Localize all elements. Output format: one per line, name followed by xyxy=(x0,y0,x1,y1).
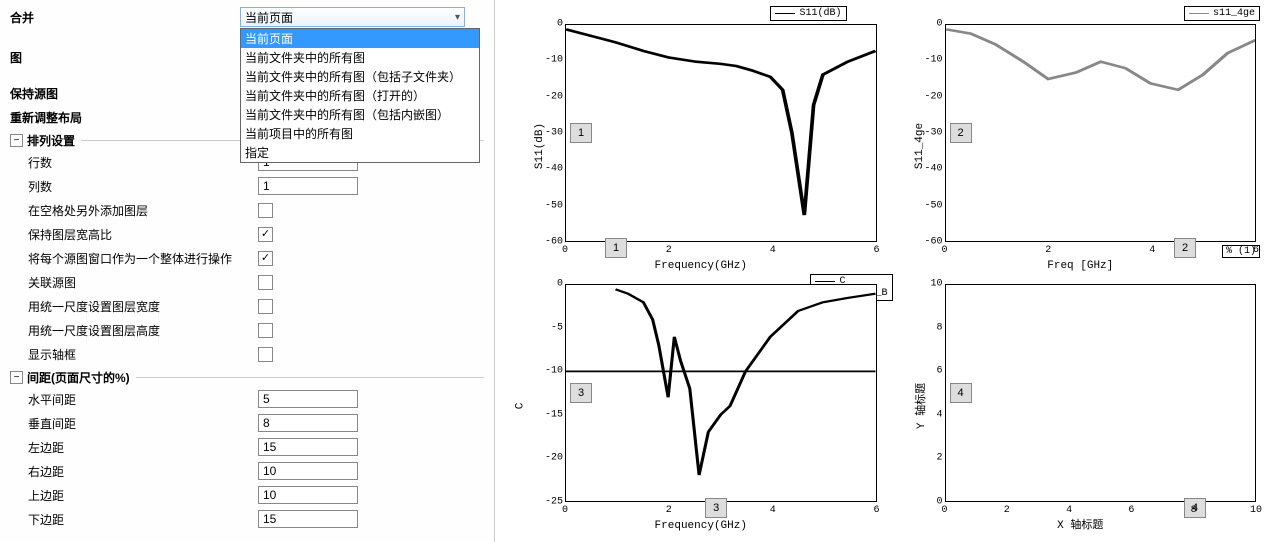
rmargin-label: 右边距 xyxy=(10,463,258,480)
spacing-group-title: 间距(页面尺寸的%) xyxy=(27,369,130,386)
add-layer-checkbox[interactable] xyxy=(258,203,273,218)
uniform-width-checkbox[interactable] xyxy=(258,299,273,314)
layer-badge[interactable]: 3 xyxy=(705,498,727,518)
layer-badge[interactable]: 2 xyxy=(1174,238,1196,258)
merge-option[interactable]: 当前文件夹中的所有图（打开的） xyxy=(241,86,479,105)
merge-select[interactable]: 当前页面 ▾ 当前页面 当前文件夹中的所有图 当前文件夹中的所有图（包括子文件夹… xyxy=(240,7,465,27)
keep-aspect-label: 保持图层宽高比 xyxy=(10,226,258,243)
merge-option[interactable]: 当前页面 xyxy=(241,29,479,48)
link-source-checkbox[interactable] xyxy=(258,275,273,290)
bmargin-input[interactable]: 15 xyxy=(258,510,358,528)
tmargin-input[interactable]: 10 xyxy=(258,486,358,504)
chart-3-ylabel: C xyxy=(514,403,526,410)
chart-1-xlabel: Frequency(GHz) xyxy=(655,260,747,272)
chart-3: C Clipb1_B C 3 3 Frequency(GHz) 0 -5 -10… xyxy=(515,280,887,532)
lmargin-label: 左边距 xyxy=(10,439,258,456)
layer-badge[interactable]: 4 xyxy=(950,383,972,403)
link-source-label: 关联源图 xyxy=(10,274,258,291)
merge-option[interactable]: 当前文件夹中的所有图（包括内嵌图） xyxy=(241,105,479,124)
settings-panel: 合并 当前页面 ▾ 当前页面 当前文件夹中的所有图 当前文件夹中的所有图（包括子… xyxy=(0,0,495,542)
vgap-input[interactable]: 8 xyxy=(258,414,358,432)
rmargin-input[interactable]: 10 xyxy=(258,462,358,480)
hgap-label: 水平间距 xyxy=(10,391,258,408)
chart-1-curve xyxy=(566,25,876,241)
chart-4-xlabel: X 轴标题 xyxy=(1057,516,1103,532)
chart-2-legend: s11_4ge xyxy=(1184,6,1260,21)
charts-grid: S11(dB) S11(dB) 1 1 Frequency(GHz) 0 -10… xyxy=(515,20,1266,532)
chart-1: S11(dB) S11(dB) 1 1 Frequency(GHz) 0 -10… xyxy=(515,20,887,272)
hgap-input[interactable]: 5 xyxy=(258,390,358,408)
uniform-height-checkbox[interactable] xyxy=(258,323,273,338)
graph-label: 图 xyxy=(10,49,240,66)
chart-2-xlabel: Freq [GHz] xyxy=(1047,260,1113,272)
arrange-group-title: 排列设置 xyxy=(27,132,75,149)
collapse-icon[interactable]: − xyxy=(10,371,23,384)
layer-badge[interactable]: 2 xyxy=(950,123,972,143)
lmargin-input[interactable]: 15 xyxy=(258,438,358,456)
rows-label: 行数 xyxy=(10,154,258,171)
chart-3-xlabel: Frequency(GHz) xyxy=(655,520,747,532)
chart-3-plot: 3 xyxy=(565,284,877,502)
merge-option[interactable]: 当前文件夹中的所有图（包括子文件夹） xyxy=(241,67,479,86)
preview-area: S11(dB) S11(dB) 1 1 Frequency(GHz) 0 -10… xyxy=(495,0,1276,542)
merge-option[interactable]: 当前文件夹中的所有图 xyxy=(241,48,479,67)
uniform-width-label: 用统一尺度设置图层宽度 xyxy=(10,298,258,315)
chevron-down-icon: ▾ xyxy=(455,12,460,23)
uniform-height-label: 用统一尺度设置图层高度 xyxy=(10,322,258,339)
chart-2-plot: 2 xyxy=(945,24,1257,242)
keep-source-label: 保持源图 xyxy=(10,85,240,102)
show-frame-checkbox[interactable] xyxy=(258,347,273,362)
layer-badge[interactable]: 1 xyxy=(605,238,627,258)
chart-2: s11_4ge S11_4ge 2 2 % (1) Freq [GHz] 0 -… xyxy=(895,20,1267,272)
merge-label: 合并 xyxy=(10,9,240,26)
spacing-group-header[interactable]: − 间距(页面尺寸的%) xyxy=(10,369,484,386)
cols-label: 列数 xyxy=(10,178,258,195)
chart-1-plot: 1 xyxy=(565,24,877,242)
layer-badge[interactable]: 1 xyxy=(570,123,592,143)
chart-2-curve xyxy=(946,25,1256,241)
merge-option[interactable]: 指定 xyxy=(241,143,479,162)
cols-input[interactable]: 1 xyxy=(258,177,358,195)
chart-1-legend: S11(dB) xyxy=(770,6,846,21)
collapse-icon[interactable]: − xyxy=(10,134,23,147)
chart-4-ylabel: Y 轴标题 xyxy=(912,383,928,429)
rearrange-label: 重新调整布局 xyxy=(10,109,240,126)
merge-select-value: 当前页面 xyxy=(245,9,293,26)
whole-window-checkbox[interactable]: ✓ xyxy=(258,251,273,266)
tmargin-label: 上边距 xyxy=(10,487,258,504)
divider xyxy=(136,377,484,378)
merge-option[interactable]: 当前项目中的所有图 xyxy=(241,124,479,143)
chart-4: Y 轴标题 4 4 X 轴标题 10 8 6 4 2 0 0 2 4 6 8 1… xyxy=(895,280,1267,532)
keep-aspect-checkbox[interactable]: ✓ xyxy=(258,227,273,242)
bmargin-label: 下边距 xyxy=(10,511,258,528)
show-frame-label: 显示轴框 xyxy=(10,346,258,363)
layer-badge[interactable]: 3 xyxy=(570,383,592,403)
merge-dropdown: 当前页面 当前文件夹中的所有图 当前文件夹中的所有图（包括子文件夹） 当前文件夹… xyxy=(240,28,480,163)
whole-window-label: 将每个源图窗口作为一个整体进行操作 xyxy=(10,250,258,267)
chart-3-curve xyxy=(566,285,876,501)
chart-4-plot: 4 xyxy=(945,284,1257,502)
add-layer-label: 在空格处另外添加图层 xyxy=(10,202,258,219)
vgap-label: 垂直间距 xyxy=(10,415,258,432)
